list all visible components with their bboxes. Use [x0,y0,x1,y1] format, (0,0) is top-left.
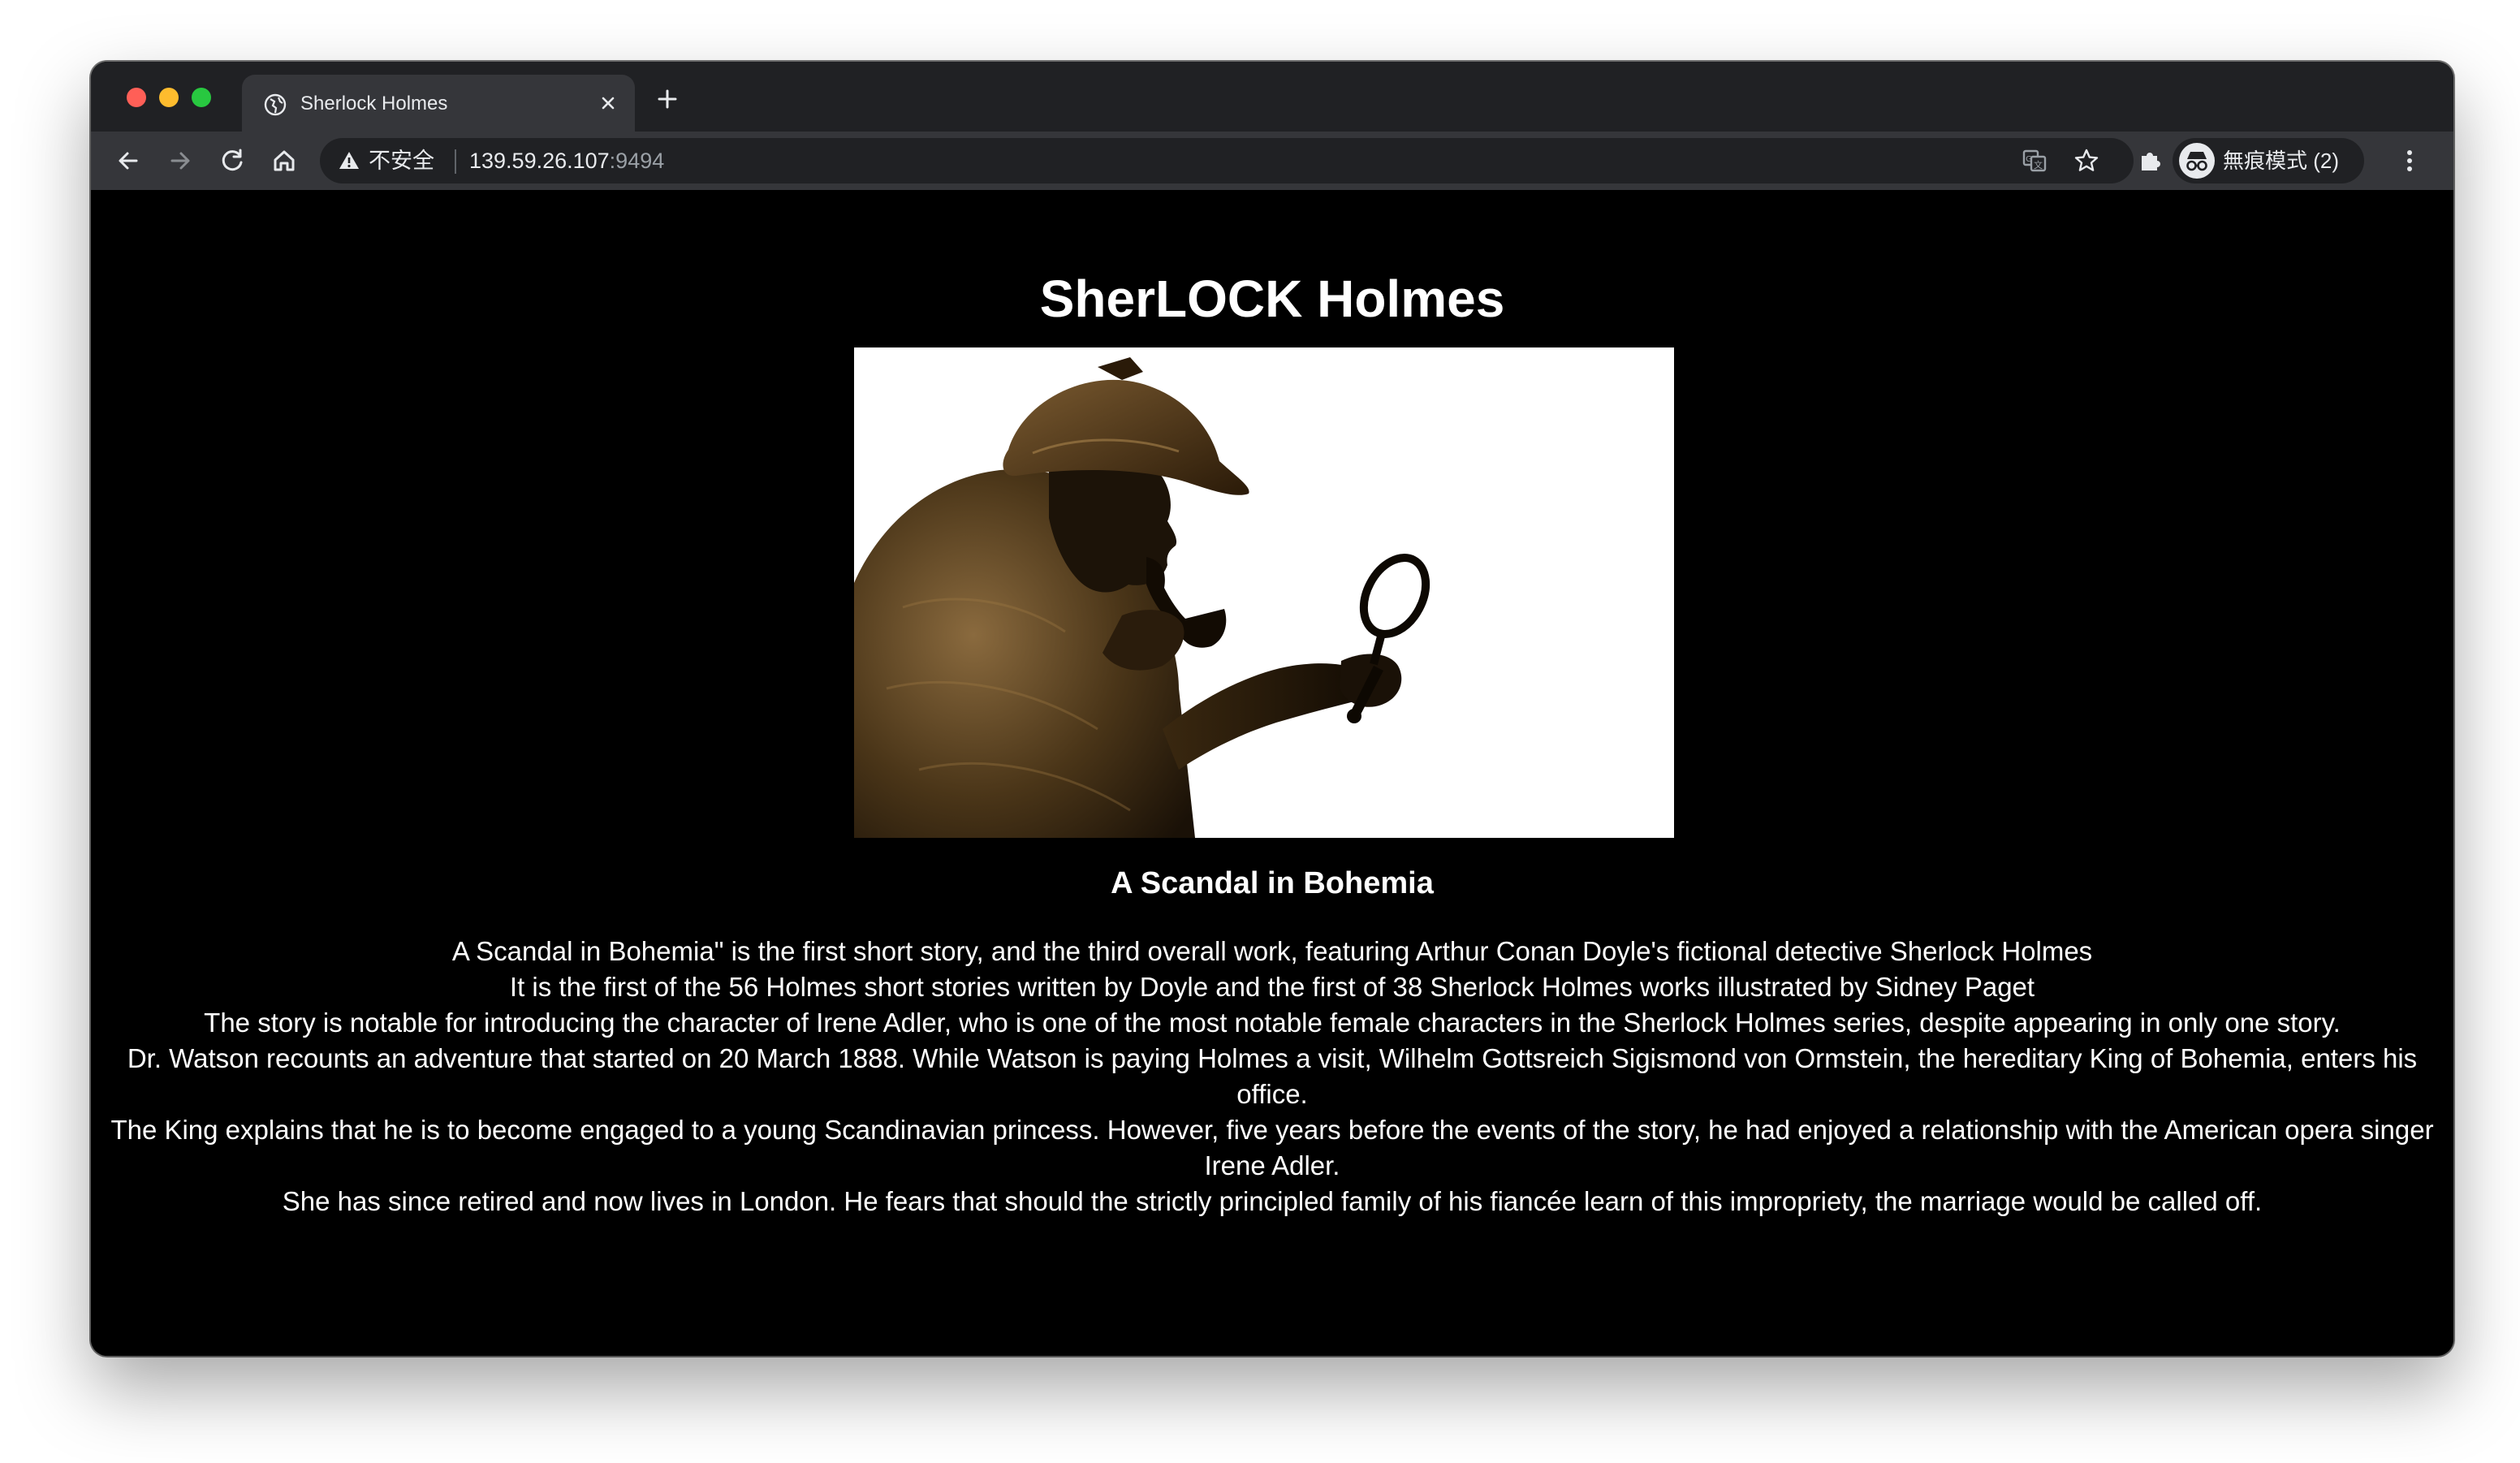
back-arrow-icon[interactable] [110,143,146,179]
puzzle-icon[interactable] [2132,143,2168,179]
story-paragraph-5: The King explains that he is to become e… [110,1115,2434,1180]
profile-label: 無痕模式 (2) [2223,149,2340,173]
story-paragraph-1: A Scandal in Bohemia" is the first short… [451,936,2093,966]
browser-toolbar: 不安全 139.59.26.107:9494 文 G 無痕模式 (2) [91,132,2453,190]
story-body: A Scandal in Bohemia" is the first short… [107,934,2437,1219]
star-icon[interactable] [2072,146,2101,175]
globe-icon [263,93,287,117]
story-paragraph-4: Dr. Watson recounts an adventure that st… [127,1043,2418,1109]
url-host: 139.59.26.107 [469,149,610,173]
plus-icon[interactable] [653,84,682,114]
warning-icon[interactable] [338,149,360,172]
story-paragraph-3: The story is notable for introducing the… [204,1008,2341,1038]
page-viewport: SherLOCK Holmes A Scandal in Bohemia A S… [91,190,2453,1356]
kebab-menu-icon[interactable] [2393,143,2426,179]
close-icon[interactable] [596,91,620,115]
close-window-button[interactable] [127,88,146,107]
forward-arrow-icon[interactable] [162,143,198,179]
profile-button[interactable]: 無痕模式 (2) [2173,138,2364,183]
svg-text:G: G [2026,155,2032,164]
url-port: :9494 [609,149,665,173]
incognito-icon [2179,143,2215,179]
browser-window: Sherlock Holmes 不安全 139.59.26.107:9494 文… [91,62,2453,1356]
translate-icon[interactable]: 文 G [2020,146,2049,175]
page-title: SherLOCK Holmes [1039,270,1505,328]
tab-strip: Sherlock Holmes [91,62,2453,132]
svg-text:文: 文 [2034,159,2043,170]
url-text[interactable]: 139.59.26.107:9494 [469,148,664,174]
omnibox-divider [455,149,456,174]
minimize-window-button[interactable] [159,88,179,107]
address-bar[interactable]: 不安全 139.59.26.107:9494 文 G [320,138,2134,183]
story-paragraph-6: She has since retired and now lives in L… [282,1186,2263,1216]
security-status-label[interactable]: 不安全 [369,148,434,174]
sherlock-holmes-image [854,347,1674,838]
tab-sherlock-holmes[interactable]: Sherlock Holmes [242,75,635,132]
reload-icon[interactable] [214,143,250,179]
story-paragraph-2: It is the first of the 56 Holmes short s… [509,972,2035,1002]
zoom-window-button[interactable] [192,88,211,107]
tab-title: Sherlock Holmes [300,93,448,114]
story-title: A Scandal in Bohemia [1111,866,1434,900]
home-icon[interactable] [266,143,302,179]
